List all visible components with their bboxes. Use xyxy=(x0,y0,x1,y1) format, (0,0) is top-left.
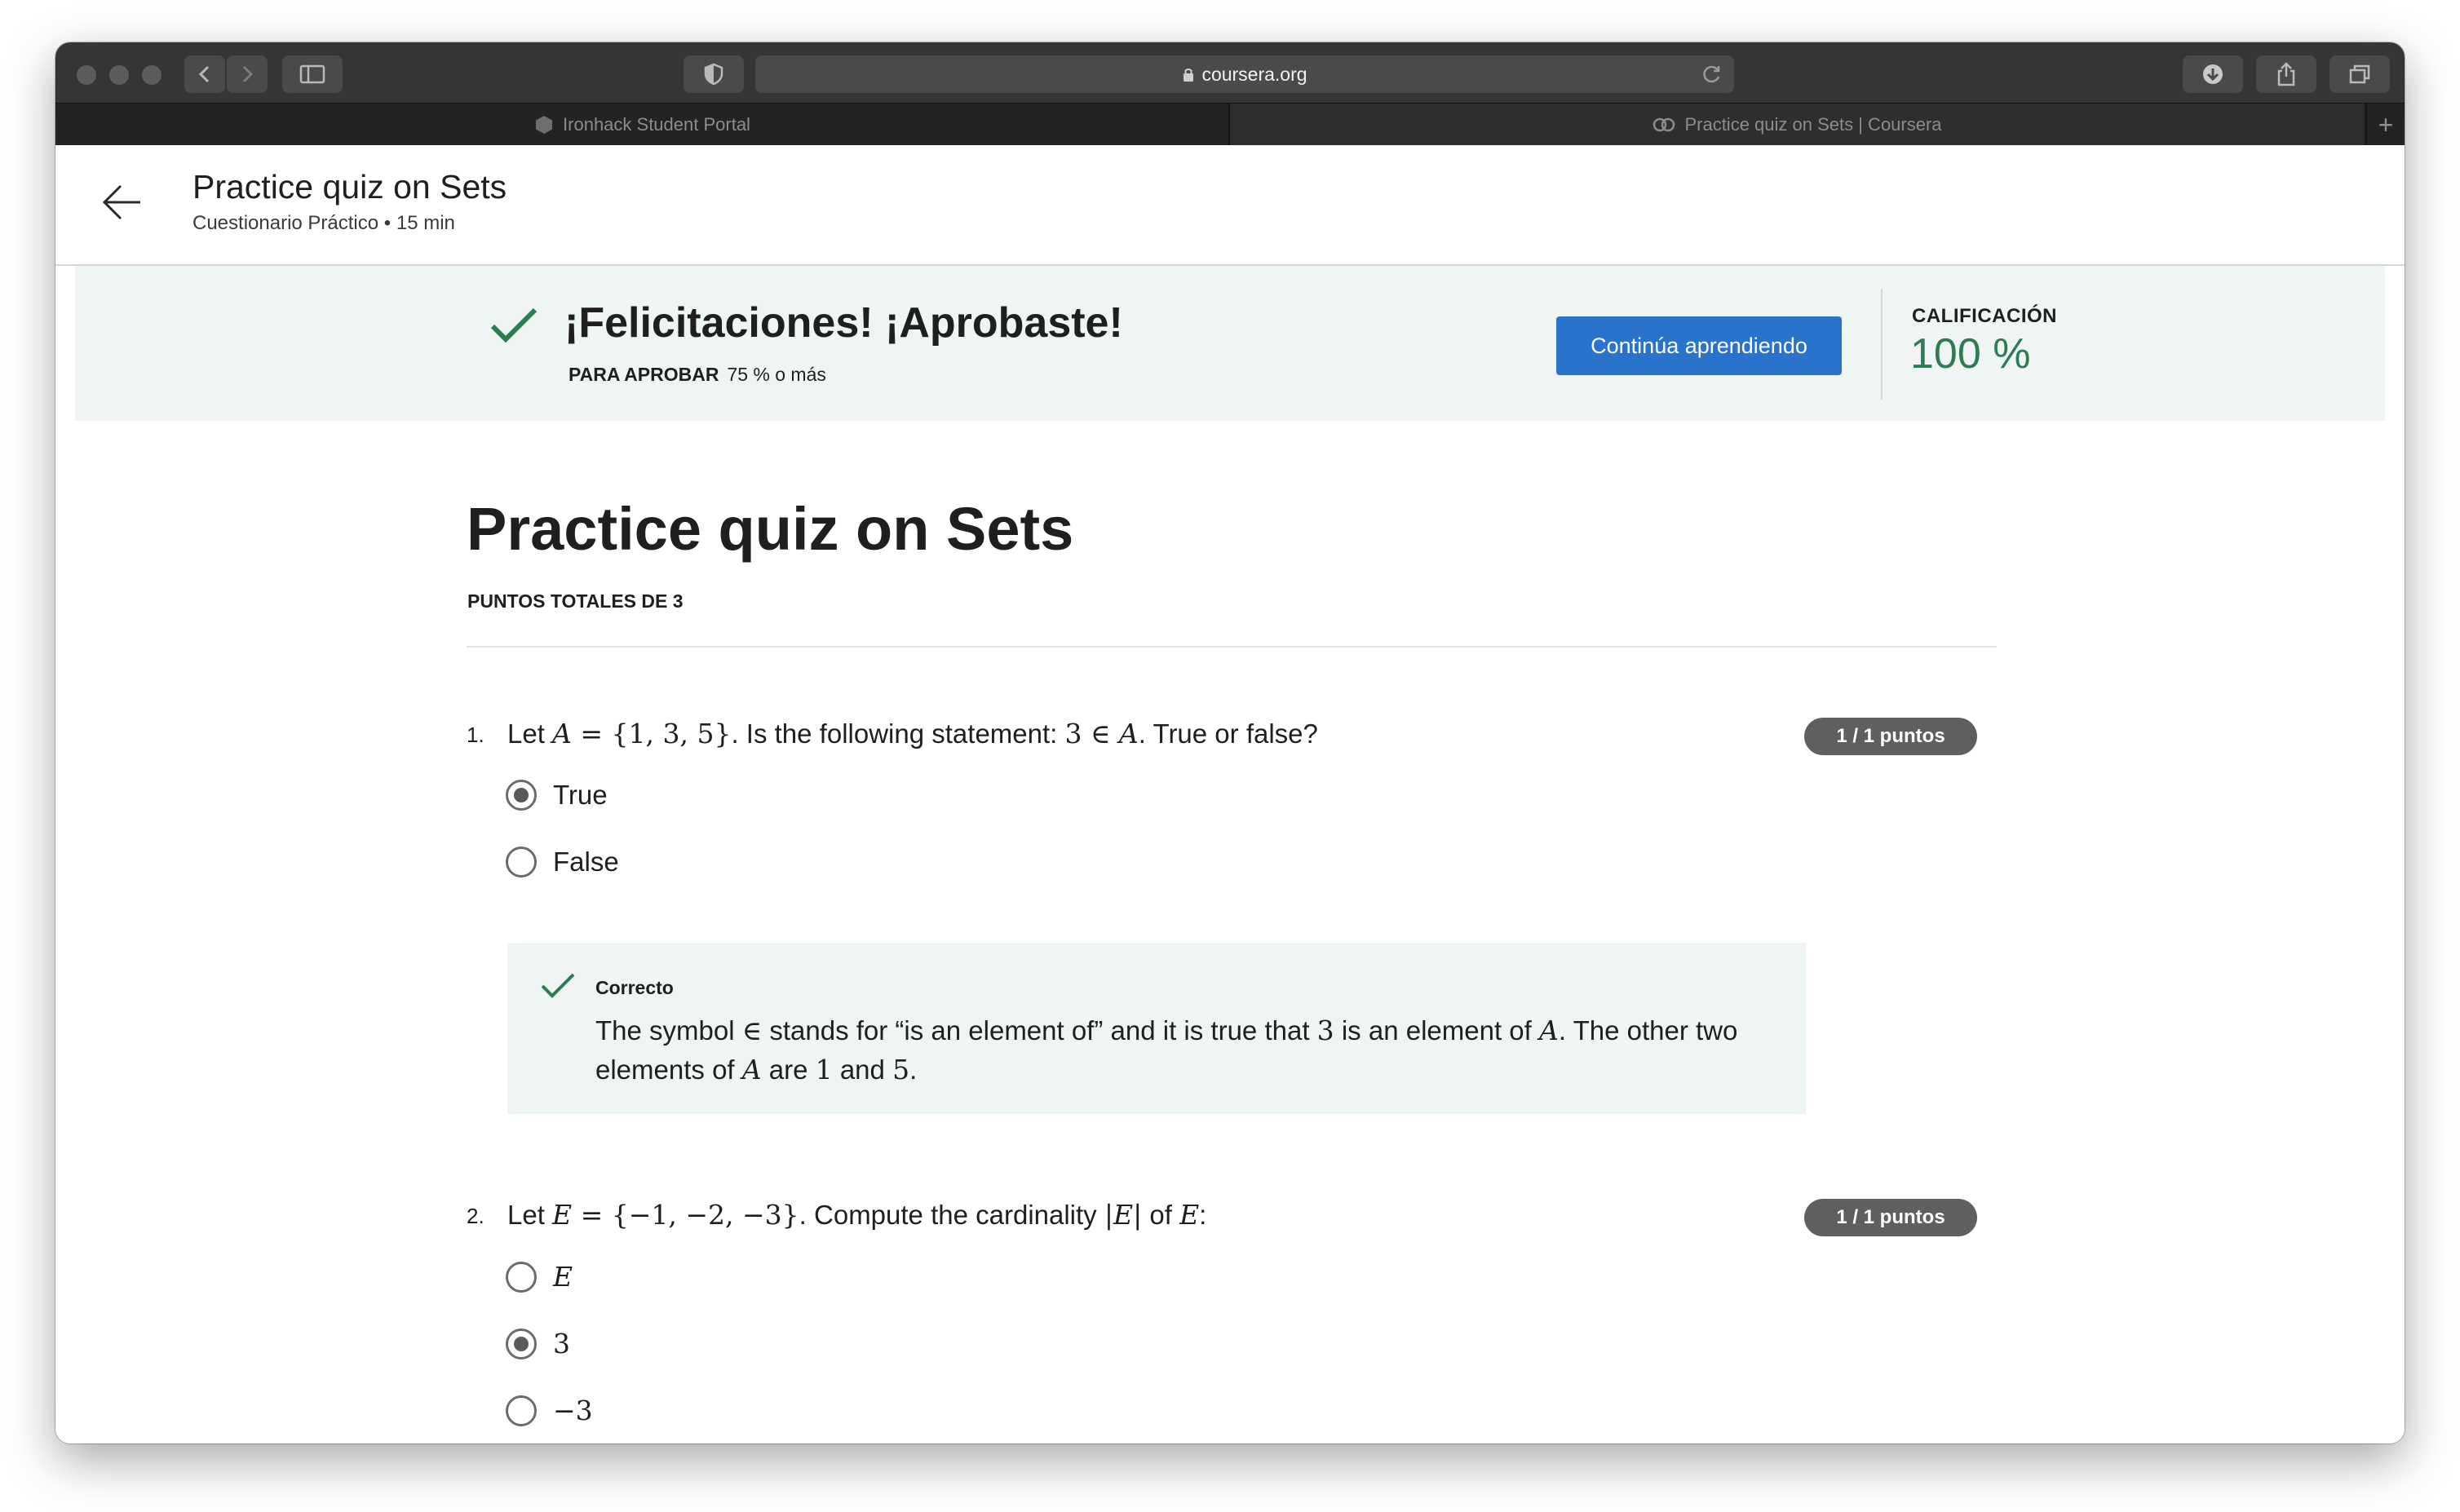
feedback-text: The symbol ∈ stands for “is an element o… xyxy=(595,1015,1738,1085)
zoom-window-button[interactable] xyxy=(142,65,161,85)
radio-button-selected[interactable] xyxy=(506,780,537,811)
divider xyxy=(1881,289,1883,400)
question-number: 1. xyxy=(467,723,484,747)
feedback-label: Correcto xyxy=(595,977,674,998)
tab-overview-button[interactable] xyxy=(2329,55,2390,93)
option-label: False xyxy=(553,847,619,877)
shield-icon xyxy=(704,63,723,86)
grade-value: 100 % xyxy=(1910,330,2031,378)
tab-coursera[interactable]: Practice quiz on Sets | Coursera xyxy=(1230,104,2364,146)
arrow-left-icon[interactable] xyxy=(101,181,144,223)
points-badge: 1 / 1 puntos xyxy=(1804,1199,1977,1236)
radio-button-selected[interactable] xyxy=(506,1328,537,1359)
page-title: Practice quiz on Sets xyxy=(192,168,507,206)
close-window-button[interactable] xyxy=(77,65,96,85)
answer-option[interactable]: 3 xyxy=(506,1328,570,1359)
quiz-header: Practice quiz on Sets Cuestionario Práct… xyxy=(55,145,2405,266)
share-icon xyxy=(2277,62,2295,86)
total-points: PUNTOS TOTALES DE 3 xyxy=(467,590,684,612)
tabs-icon xyxy=(2349,64,2370,84)
question-number: 2. xyxy=(467,1204,484,1228)
pass-value: 75 % o más xyxy=(727,364,826,385)
new-tab-button[interactable]: + xyxy=(2365,104,2405,146)
downloads-button[interactable] xyxy=(2183,55,2243,93)
page-content: Practice quiz on Sets Cuestionario Práct… xyxy=(55,145,2405,1443)
chevron-left-icon xyxy=(198,65,210,83)
reload-icon[interactable] xyxy=(1701,64,1723,85)
download-icon xyxy=(2203,64,2223,84)
grade-label: CALIFICACIÓN xyxy=(1912,305,2057,327)
radio-button[interactable] xyxy=(506,1261,537,1293)
tab-label: Practice quiz on Sets | Coursera xyxy=(1684,114,1942,135)
option-label: −3 xyxy=(553,1395,593,1426)
question-text: Let A = {1, 3, 5}. Is the following stat… xyxy=(507,718,1318,749)
answer-option[interactable]: −3 xyxy=(506,1395,593,1426)
coursera-favicon-icon xyxy=(1653,117,1675,132)
page-subtitle: Cuestionario Práctico • 15 min xyxy=(192,212,455,234)
quiz-title: Practice quiz on Sets xyxy=(467,495,1074,563)
answer-option[interactable]: False xyxy=(506,847,619,878)
answer-option[interactable]: True xyxy=(506,780,608,811)
url-text: coursera.org xyxy=(1201,63,1307,85)
checkmark-icon xyxy=(541,973,575,998)
privacy-shield-button[interactable] xyxy=(684,55,744,93)
ironhack-favicon-icon xyxy=(536,116,553,134)
share-button[interactable] xyxy=(2256,55,2316,93)
back-nav-button[interactable] xyxy=(184,55,225,93)
lock-icon xyxy=(1184,69,1194,82)
option-label: 3 xyxy=(553,1328,570,1359)
points-badge: 1 / 1 puntos xyxy=(1804,718,1977,755)
divider xyxy=(467,646,1997,648)
result-banner: ¡Felicitaciones! ¡Aprobaste! PARA APROBA… xyxy=(75,266,2385,421)
feedback-box: Correcto The symbol ∈ stands for “is an … xyxy=(507,943,1806,1114)
radio-button[interactable] xyxy=(506,1395,537,1426)
pass-requirement: PARA APROBAR 75 % o más xyxy=(569,364,826,386)
sidebar-toggle-button[interactable] xyxy=(282,55,343,93)
checkmark-icon xyxy=(490,307,538,343)
sidebar-icon xyxy=(299,64,325,84)
question-text: Let E = {−1, −2, −3}. Compute the cardin… xyxy=(507,1199,1207,1231)
tab-ironhack[interactable]: Ironhack Student Portal xyxy=(55,104,1228,146)
result-title: ¡Felicitaciones! ¡Aprobaste! xyxy=(564,299,1123,347)
continue-learning-button[interactable]: Continúa aprendiendo xyxy=(1556,316,1842,375)
option-label: E xyxy=(553,1261,573,1293)
browser-window: coursera.org Ironhack Student Portal Pra… xyxy=(55,42,2405,1443)
address-bar[interactable]: coursera.org xyxy=(755,55,1734,93)
tab-bar: Ironhack Student Portal Practice quiz on… xyxy=(55,103,2405,146)
forward-nav-button[interactable] xyxy=(227,55,268,93)
tab-label: Ironhack Student Portal xyxy=(563,114,750,135)
chevron-right-icon xyxy=(242,65,254,83)
minimize-window-button[interactable] xyxy=(109,65,129,85)
browser-toolbar: coursera.org xyxy=(55,42,2405,103)
radio-button[interactable] xyxy=(506,847,537,878)
answer-option[interactable]: E xyxy=(506,1261,573,1293)
pass-label: PARA APROBAR xyxy=(569,364,719,385)
option-label: True xyxy=(553,780,608,810)
